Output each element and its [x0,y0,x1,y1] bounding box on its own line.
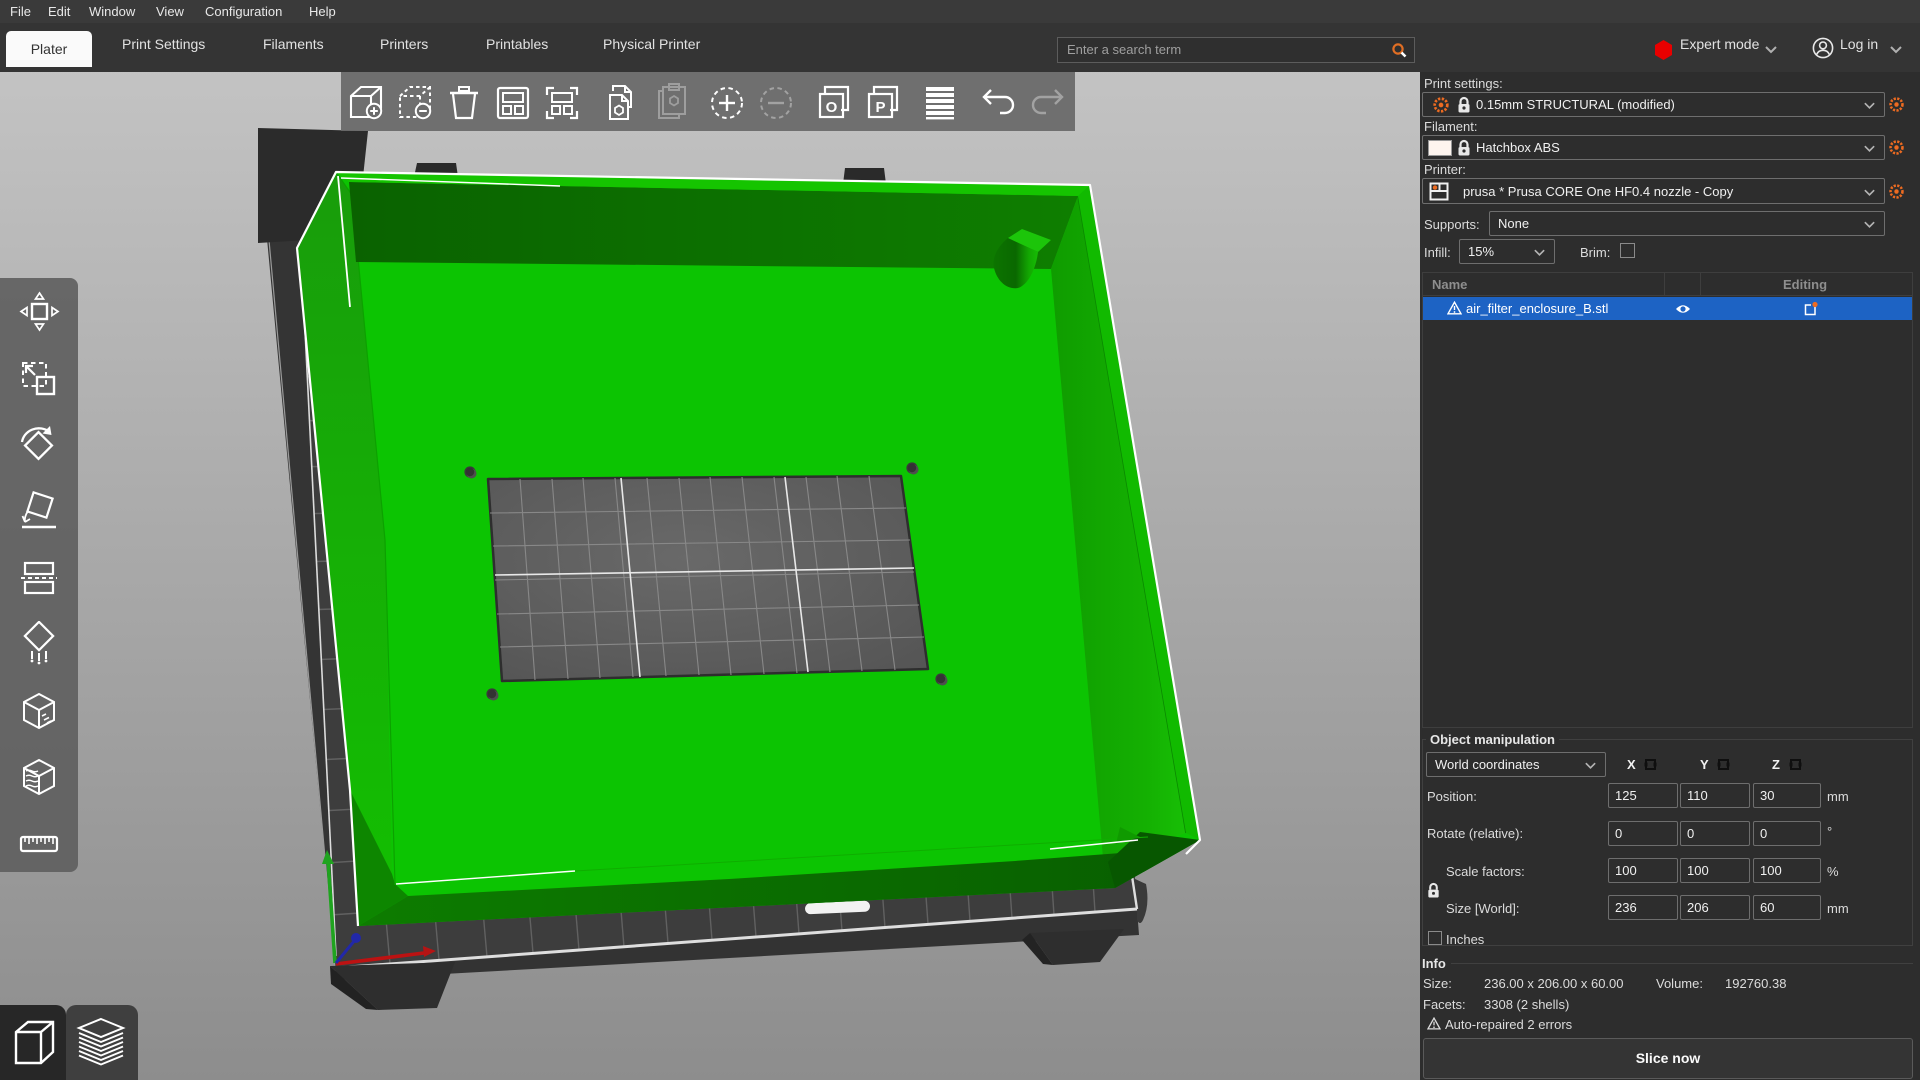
svg-text:P: P [875,99,885,116]
svg-text:O: O [826,99,838,116]
